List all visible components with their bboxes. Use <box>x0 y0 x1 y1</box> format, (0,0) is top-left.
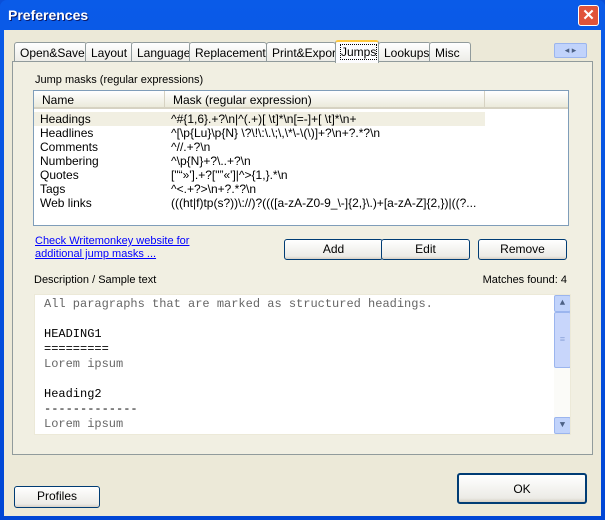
tab-label: Open&Save <box>20 46 85 60</box>
group-label: Jump masks (regular expressions) <box>35 74 204 86</box>
row-mask: ^#{1,6}.+?\n|^(.+)[ \t]*\n[=-]+[ \t]*\n+ <box>171 112 357 126</box>
sample-line: HEADING1 <box>44 327 102 341</box>
add-button[interactable]: Add <box>284 239 383 260</box>
list-row[interactable]: Headlines ^[\p{Lu}\p{N} \?\!\:\.\;\,\*\-\… <box>34 126 568 140</box>
tab-layout[interactable]: Layout <box>85 42 133 62</box>
tab-label: Misc <box>435 46 460 60</box>
scroll-up-icon[interactable]: ▲ <box>554 295 570 312</box>
tab-misc[interactable]: Misc <box>429 42 471 62</box>
column-header-name[interactable]: Name <box>34 91 165 109</box>
matches-found-label: Matches found: 4 <box>482 274 567 286</box>
sample-line: All paragraphs that are marked as struct… <box>44 297 433 311</box>
row-mask: ^//.+?\n <box>171 140 211 154</box>
row-mask: ^<.+?>\n+?.*?\n <box>171 182 257 196</box>
description-label: Description / Sample text <box>34 274 157 286</box>
row-mask: (((ht|f)tp(s?))\://)?((([a-zA-Z0-9_\-]{2… <box>171 196 477 210</box>
preferences-window: Preferences ✕ Open&Save Layout Language Rep… <box>0 0 605 520</box>
tab-label: Replacements <box>195 46 272 60</box>
sample-line: ========= <box>44 342 109 356</box>
list-row[interactable]: Tags ^<.+?>\n+?.*?\n <box>34 182 568 196</box>
row-mask: ["“»'].+?["”«']|^>{1,}.*\n <box>171 168 288 182</box>
row-name: Comments <box>40 140 99 154</box>
sample-line: Heading2 <box>44 387 102 401</box>
column-header-empty <box>485 91 568 109</box>
tab-label: Jumps <box>339 44 378 60</box>
sample-text-area[interactable]: All paragraphs that are marked as struct… <box>34 294 571 435</box>
list-row[interactable]: Quotes ["“»'].+?["”«']|^>{1,}.*\n <box>34 168 568 182</box>
list-row[interactable]: Web links (((ht|f)tp(s?))\://)?((([a-zA-Z… <box>34 196 568 210</box>
link-line-1[interactable]: Check Writemonkey website for <box>35 235 189 248</box>
row-name: Headings <box>40 112 91 126</box>
close-icon[interactable]: ✕ <box>578 5 599 26</box>
sample-line: Lorem ipsum <box>44 357 124 371</box>
tab-language[interactable]: Language <box>131 42 191 62</box>
tab-scroll-arrows[interactable]: ◂ ▸ <box>554 43 587 58</box>
tab-printexport[interactable]: Print&Export <box>266 42 340 62</box>
dialog-client: Open&Save Layout Language Replacements Print… <box>4 30 601 516</box>
remove-button[interactable]: Remove <box>478 239 567 260</box>
tab-lookups[interactable]: Lookups <box>378 42 431 62</box>
scroll-thumb[interactable]: ≡ <box>554 312 570 368</box>
profiles-button[interactable]: Profiles <box>14 486 100 508</box>
row-mask: ^[\p{Lu}\p{N} \?\!\:\.\;\,\*\-\(\)]+?\n+… <box>171 126 381 140</box>
link-line-2[interactable]: additional jump masks ... <box>35 248 189 261</box>
tab-opensave[interactable]: Open&Save <box>14 42 87 62</box>
tab-replacements[interactable]: Replacements <box>189 42 272 62</box>
ok-button[interactable]: OK <box>457 473 587 504</box>
row-name: Web links <box>40 196 92 210</box>
jump-masks-list[interactable]: Name Mask (regular expression) Headings ^… <box>33 90 569 226</box>
list-row[interactable]: Numbering ^\p{N}+?\..+?\n <box>34 154 568 168</box>
tab-label: Language <box>137 46 191 60</box>
row-name: Tags <box>40 182 66 196</box>
sample-line: Lorem ipsum <box>44 417 124 431</box>
list-row[interactable]: Comments ^//.+?\n <box>34 140 568 154</box>
row-name: Numbering <box>40 154 99 168</box>
tab-label: Layout <box>91 46 128 60</box>
list-row[interactable]: Headings ^#{1,6}.+?\n|^(.+)[ \t]*\n[=-]+[… <box>34 112 485 126</box>
row-name: Quotes <box>40 168 79 182</box>
writemonkey-website-link[interactable]: Check Writemonkey website for additional… <box>35 235 189 261</box>
row-name: Headlines <box>40 126 94 140</box>
tab-label: Print&Export <box>272 46 340 60</box>
window-title: Preferences <box>8 7 89 23</box>
column-header-mask[interactable]: Mask (regular expression) <box>165 91 485 109</box>
sample-line: ------------- <box>44 402 138 416</box>
row-mask: ^\p{N}+?\..+?\n <box>171 154 251 168</box>
edit-button[interactable]: Edit <box>381 239 470 260</box>
tab-label: Lookups <box>384 46 430 60</box>
tab-jumps[interactable]: Jumps <box>335 40 379 63</box>
scroll-down-icon[interactable]: ▼ <box>554 417 570 434</box>
vertical-scrollbar[interactable]: ▲ ≡ ▼ <box>554 295 570 434</box>
